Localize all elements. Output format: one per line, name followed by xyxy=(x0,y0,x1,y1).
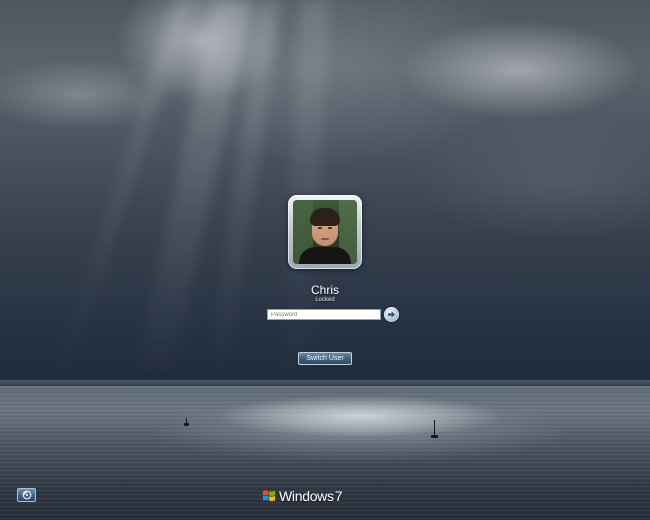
horizon-line xyxy=(0,380,650,390)
submit-button[interactable] xyxy=(384,307,399,322)
password-input[interactable] xyxy=(267,309,381,320)
user-name: Chris xyxy=(310,283,339,297)
windows-flag-icon xyxy=(263,490,275,501)
lock-screen: Chris Locked Switch User Windows 7 xyxy=(0,0,650,520)
windows-brand: Windows 7 xyxy=(262,487,343,505)
brand-name: Windows xyxy=(279,488,334,504)
ease-of-access-icon xyxy=(22,490,31,500)
brand-version: 7 xyxy=(334,488,343,504)
user-status: Locked xyxy=(315,297,335,303)
switch-user-button[interactable]: Switch User xyxy=(298,352,352,365)
user-tile[interactable] xyxy=(288,195,362,269)
arrow-right-icon xyxy=(388,311,395,318)
ease-of-access-button[interactable] xyxy=(17,488,36,502)
user-photo xyxy=(293,200,357,264)
